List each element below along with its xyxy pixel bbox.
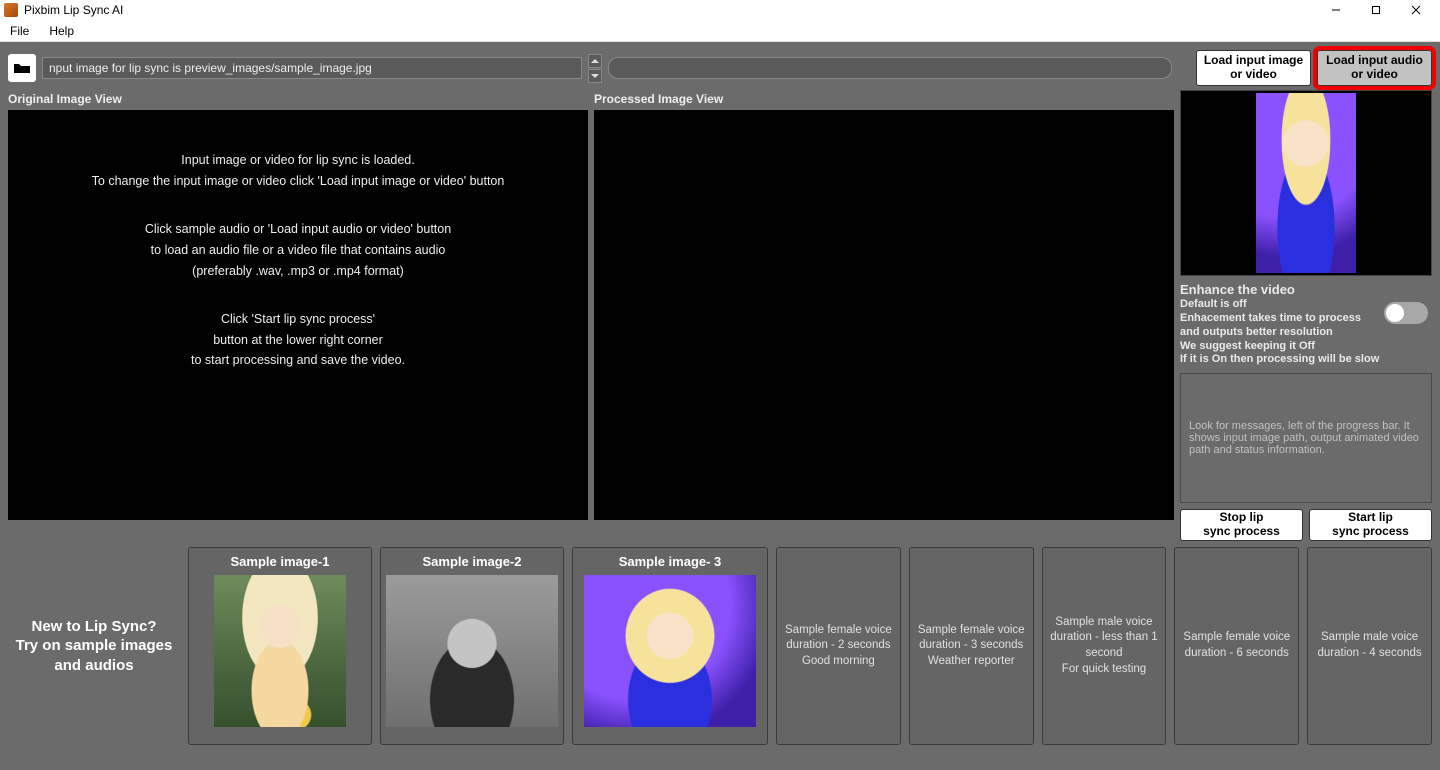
enhance-toggle[interactable] <box>1384 302 1428 324</box>
folder-icon <box>13 61 31 75</box>
sample-image-1-card[interactable]: Sample image-1 <box>188 547 372 745</box>
sample-image-3-card[interactable]: Sample image- 3 <box>572 547 768 745</box>
enhance-title: Enhance the video <box>1180 282 1432 298</box>
sample-audio-2-card[interactable]: Sample female voice duration - 3 seconds… <box>909 547 1034 745</box>
spinner-up-button[interactable] <box>588 54 602 68</box>
sample-audio-4-card[interactable]: Sample female voice duration - 6 seconds <box>1174 547 1299 745</box>
app-icon <box>4 3 18 17</box>
samples-intro: New to Lip Sync? Try on sample images an… <box>8 547 180 745</box>
preview-image <box>1256 93 1356 273</box>
start-label: Start lip sync process <box>1332 511 1409 539</box>
spinner-down-button[interactable] <box>588 69 602 83</box>
audio-path-input[interactable] <box>608 57 1172 79</box>
original-view-label: Original Image View <box>8 90 588 110</box>
main-area: Original Image View Input image or video… <box>0 90 1440 541</box>
sample-audio-1-card[interactable]: Sample female voice duration - 2 seconds… <box>776 547 901 745</box>
load-input-image-button[interactable]: Load input image or video <box>1196 50 1311 86</box>
toolbar: Load input image or video Load input aud… <box>0 42 1440 90</box>
processed-view-label: Processed Image View <box>594 90 1174 110</box>
chevron-up-icon <box>591 58 599 64</box>
side-panel: Enhance the video Default is off Enhacem… <box>1180 90 1432 541</box>
sample-audio-1-label: Sample female voice duration - 2 seconds… <box>785 623 892 670</box>
sample-image-3-thumb <box>584 575 756 727</box>
sample-audio-3-label: Sample male voice duration - less than 1… <box>1049 615 1160 677</box>
stop-lip-sync-button[interactable]: Stop lip sync process <box>1180 509 1303 541</box>
load-image-label: Load input image or video <box>1204 54 1303 82</box>
chevron-down-icon <box>591 73 599 79</box>
open-folder-button[interactable] <box>8 54 36 82</box>
start-lip-sync-button[interactable]: Start lip sync process <box>1309 509 1432 541</box>
sample-audio-2-label: Sample female voice duration - 3 seconds… <box>918 623 1025 670</box>
instructions-text: Input image or video for lip sync is loa… <box>20 150 576 371</box>
minimize-button[interactable] <box>1316 0 1356 20</box>
sample-image-2-title: Sample image-2 <box>423 554 522 569</box>
processed-view <box>594 110 1174 520</box>
preview-box <box>1180 90 1432 276</box>
status-text: Look for messages, left of the progress … <box>1189 420 1423 456</box>
status-box: Look for messages, left of the progress … <box>1180 373 1432 503</box>
load-audio-label: Load input audio or video <box>1326 54 1423 82</box>
menu-help[interactable]: Help <box>45 22 78 40</box>
stop-label: Stop lip sync process <box>1203 511 1280 539</box>
sample-image-1-title: Sample image-1 <box>231 554 330 569</box>
enhance-video-section: Enhance the video Default is off Enhacem… <box>1180 282 1432 367</box>
sample-audio-4-label: Sample female voice duration - 6 seconds <box>1183 630 1290 661</box>
app-title: Pixbim Lip Sync AI <box>24 3 123 17</box>
sample-image-2-card[interactable]: Sample image-2 <box>380 547 564 745</box>
sample-audio-5-label: Sample male voice duration - 4 seconds <box>1317 630 1421 661</box>
image-path-input[interactable] <box>42 57 582 79</box>
menubar: File Help <box>0 20 1440 42</box>
close-button[interactable] <box>1396 0 1436 20</box>
load-input-audio-button[interactable]: Load input audio or video <box>1317 50 1432 86</box>
original-view: Input image or video for lip sync is loa… <box>8 110 588 520</box>
sample-audio-3-card[interactable]: Sample male voice duration - less than 1… <box>1042 547 1167 745</box>
sample-image-1-thumb <box>214 575 346 727</box>
samples-row: New to Lip Sync? Try on sample images an… <box>0 541 1440 751</box>
menu-file[interactable]: File <box>6 22 33 40</box>
sample-image-3-title: Sample image- 3 <box>619 554 722 569</box>
titlebar: Pixbim Lip Sync AI <box>0 0 1440 20</box>
sample-audio-5-card[interactable]: Sample male voice duration - 4 seconds <box>1307 547 1432 745</box>
sample-image-2-thumb <box>386 575 558 727</box>
maximize-button[interactable] <box>1356 0 1396 20</box>
